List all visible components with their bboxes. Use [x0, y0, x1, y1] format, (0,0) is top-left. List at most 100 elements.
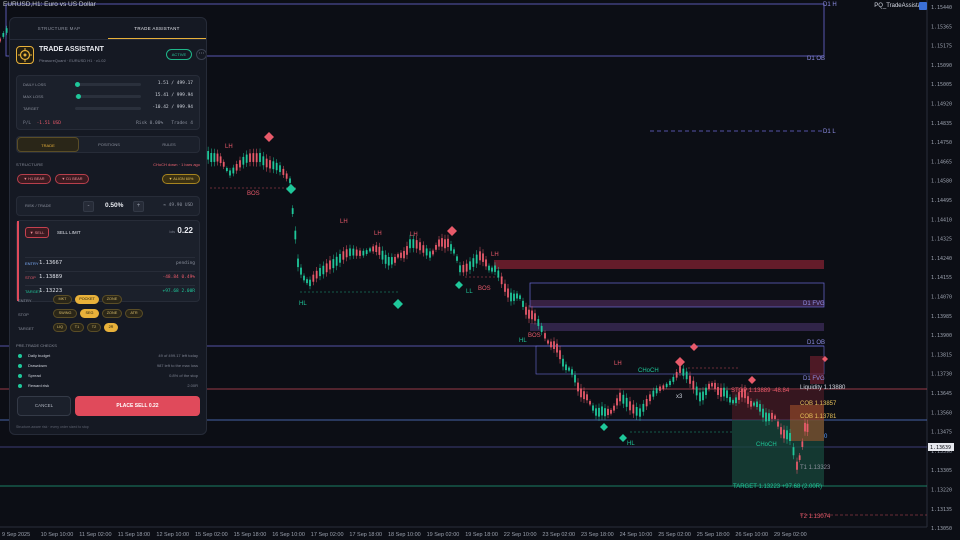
candle-body [291, 208, 294, 215]
stop-row: STOP 1.13889 -48.84 0.49% [25, 271, 195, 283]
candle-body [804, 422, 806, 432]
liquidity-label: Liquidity 1.13880 [800, 385, 846, 391]
sell-side-button[interactable]: ▼ SELL [25, 227, 49, 238]
candle-body [577, 382, 579, 392]
candle-body [604, 408, 606, 417]
panel-title: TRADE ASSISTANT [39, 46, 104, 53]
candle-body [394, 256, 396, 263]
candle-body [362, 250, 365, 256]
svg-text:LH: LH [410, 232, 418, 238]
entry-price[interactable]: 1.13667 [39, 260, 62, 266]
red-zone-1 [494, 260, 824, 269]
candle-body [504, 283, 506, 292]
t2-label: T2 1.13074 [800, 514, 831, 520]
tab-trade[interactable]: TRADE [17, 137, 79, 152]
candle-body [565, 364, 567, 371]
candle-body [339, 253, 341, 263]
candle-body [645, 399, 648, 407]
target-liq-chip[interactable]: LIQ [53, 323, 67, 332]
candle-body [705, 387, 707, 395]
candle-body [662, 385, 665, 389]
time-tick-label: 17 Sep 18:00 [349, 532, 382, 538]
align-chip: ▼ ALIGN 60% [162, 174, 200, 184]
candle-body [789, 432, 791, 442]
entry-mkt-chip[interactable]: MKT [53, 295, 72, 304]
candle-body [586, 394, 588, 401]
candle-body [216, 153, 219, 162]
price-tick-label: 1.14325 [931, 237, 952, 243]
risk-per-trade: RISK / TRADE - 0.50% + ≈ 49.90 USD [16, 196, 200, 216]
candle-body [601, 406, 603, 416]
target-label: TARGET [23, 106, 39, 111]
stop-atr-chip[interactable]: ATR [125, 309, 143, 318]
candle-body [387, 256, 390, 266]
candle-body [786, 430, 788, 440]
target-2r-chip[interactable]: 2R [104, 323, 118, 332]
candle-body [444, 239, 446, 249]
indicator-icon[interactable] [919, 2, 927, 10]
place-sell-button[interactable]: PLACE SELL 0.22 [75, 396, 200, 416]
candle-body [469, 261, 471, 270]
time-tick-label: 10 Sep 10:00 [41, 532, 74, 538]
candle-body [771, 412, 773, 419]
price-tick-label: 1.13730 [931, 372, 952, 378]
risk-decrease-button[interactable]: - [83, 201, 94, 212]
candle-body [491, 267, 493, 272]
candle-body [349, 248, 351, 256]
risk-increase-button[interactable]: + [133, 201, 144, 212]
panel-subtitle: PleasureQuant · EURUSD H1 · v1.02 [39, 58, 106, 63]
candle-body [685, 371, 688, 380]
stop-line-label: STOP 1.13889 -48.84 [731, 388, 790, 394]
candle-body [729, 397, 731, 403]
candle-body [711, 382, 713, 387]
bos-label: BOS [247, 191, 260, 197]
tab-rules[interactable]: RULES [139, 137, 199, 152]
candle-body [412, 239, 415, 248]
time-tick-label: 11 Sep 18:00 [118, 532, 150, 538]
target-t1-chip[interactable]: T1 [70, 323, 84, 332]
stop-seg-chip[interactable]: SEG [80, 309, 99, 318]
candle-body [207, 151, 210, 160]
candle-body [537, 319, 540, 326]
stop-zone-chip[interactable]: ZONE [102, 309, 122, 318]
price-tick-label: 1.13220 [931, 488, 952, 494]
price-tick-label: 1.13645 [931, 391, 952, 397]
candle-body [806, 423, 809, 432]
svg-text:HL: HL [627, 441, 635, 447]
entry-pocket-chip[interactable]: POCKET [75, 295, 99, 304]
current-price-tag: 1.13639 [930, 445, 951, 451]
lot-size[interactable]: 0.22 [177, 226, 193, 235]
candle-body [747, 396, 749, 404]
time-tick-label: 16 Sep 10:00 [272, 532, 305, 538]
candle-body [583, 391, 585, 400]
candle-body [5, 28, 8, 33]
candle-body [303, 275, 305, 281]
candle-body [242, 156, 245, 165]
lot-label: lots [169, 230, 175, 234]
stop-swing-chip[interactable]: SWING [53, 309, 77, 318]
tab-positions[interactable]: POSITIONS [79, 137, 139, 152]
candle-body [540, 325, 543, 333]
price-tick-label: 1.14155 [931, 275, 952, 281]
candle-body [262, 156, 265, 166]
candle-body [453, 249, 455, 254]
ellipsis-icon[interactable]: ⋯ [196, 49, 206, 60]
candle-body [450, 244, 452, 251]
candle-body [714, 382, 716, 389]
cancel-button[interactable]: CANCEL [17, 396, 71, 416]
d1-ob-label: D1 OB [807, 56, 825, 62]
candle-body [369, 248, 371, 252]
entry-zone-chip[interactable]: ZONE [102, 295, 122, 304]
candle-body [589, 401, 591, 405]
candle-body [213, 153, 216, 162]
svg-text:CHoCH: CHoCH [756, 442, 777, 448]
candle-body [384, 254, 387, 264]
target-price[interactable]: 1.13223 [39, 288, 62, 294]
candle-body [675, 371, 678, 378]
tab-trade-assistant[interactable]: TRADE ASSISTANT [108, 18, 206, 39]
target-t2-chip[interactable]: T2 [87, 323, 101, 332]
tab-structure-map[interactable]: STRUCTURE MAP [10, 18, 108, 39]
entry-mode-label: ENTRY [18, 298, 32, 303]
daily-loss-label: DAILY LOSS [23, 82, 46, 87]
stop-price[interactable]: 1.13889 [39, 274, 62, 280]
